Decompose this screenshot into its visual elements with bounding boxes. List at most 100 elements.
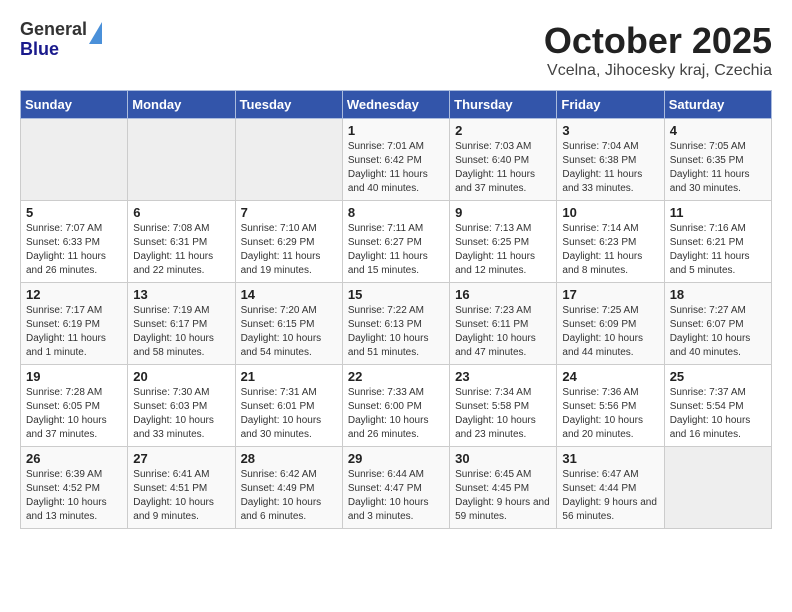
day-info: Sunrise: 7:25 AMSunset: 6:09 PMDaylight:… [562, 304, 658, 360]
day-info: Sunrise: 7:11 AMSunset: 6:27 PMDaylight:… [348, 222, 444, 278]
calendar-cell: 18Sunrise: 7:27 AMSunset: 6:07 PMDayligh… [664, 283, 771, 365]
calendar-cell: 2Sunrise: 7:03 AMSunset: 6:40 PMDaylight… [450, 119, 557, 201]
day-info: Sunrise: 7:20 AMSunset: 6:15 PMDaylight:… [241, 304, 337, 360]
day-info: Sunrise: 6:44 AMSunset: 4:47 PMDaylight:… [348, 468, 444, 524]
day-number: 24 [562, 369, 658, 384]
day-info: Sunrise: 6:42 AMSunset: 4:49 PMDaylight:… [241, 468, 337, 524]
header-cell-monday: Monday [128, 91, 235, 119]
calendar-cell [21, 119, 128, 201]
day-number: 29 [348, 451, 444, 466]
day-number: 10 [562, 205, 658, 220]
day-number: 3 [562, 123, 658, 138]
day-info: Sunrise: 7:17 AMSunset: 6:19 PMDaylight:… [26, 304, 122, 360]
day-info: Sunrise: 7:22 AMSunset: 6:13 PMDaylight:… [348, 304, 444, 360]
calendar-cell: 9 Sunrise: 7:13 AMSunset: 6:25 PMDaylight… [450, 201, 557, 283]
day-info: Sunrise: 7:16 AMSunset: 6:21 PMDaylight:… [670, 222, 766, 278]
logo-text: General Blue [20, 20, 87, 60]
day-info: Sunrise: 6:45 AMSunset: 4:45 PMDaylight:… [455, 468, 551, 524]
calendar-cell: 6 Sunrise: 7:08 AMSunset: 6:31 PMDaylight… [128, 201, 235, 283]
day-info: Sunrise: 6:39 AMSunset: 4:52 PMDaylight:… [26, 468, 122, 524]
header-cell-thursday: Thursday [450, 91, 557, 119]
day-number: 6 [133, 205, 229, 220]
day-info: Sunrise: 7:28 AMSunset: 6:05 PMDaylight:… [26, 386, 122, 442]
calendar-cell: 30 Sunrise: 6:45 AMSunset: 4:45 PMDayligh… [450, 447, 557, 529]
day-number: 14 [241, 287, 337, 302]
day-info: Sunrise: 7:08 AMSunset: 6:31 PMDaylight:… [133, 222, 229, 278]
day-number: 27 [133, 451, 229, 466]
week-row-5: 26 Sunrise: 6:39 AMSunset: 4:52 PMDayligh… [21, 447, 772, 529]
calendar-cell: 8 Sunrise: 7:11 AMSunset: 6:27 PMDaylight… [342, 201, 449, 283]
calendar-cell: 24 Sunrise: 7:36 AMSunset: 5:56 PMDayligh… [557, 365, 664, 447]
calendar-cell: 26 Sunrise: 6:39 AMSunset: 4:52 PMDayligh… [21, 447, 128, 529]
calendar-cell [664, 447, 771, 529]
calendar-cell: 22Sunrise: 7:33 AMSunset: 6:00 PMDayligh… [342, 365, 449, 447]
day-number: 16 [455, 287, 551, 302]
calendar-cell: 10Sunrise: 7:14 AMSunset: 6:23 PMDayligh… [557, 201, 664, 283]
calendar-header: SundayMondayTuesdayWednesdayThursdayFrid… [21, 91, 772, 119]
day-number: 8 [348, 205, 444, 220]
week-row-1: 1Sunrise: 7:01 AMSunset: 6:42 PMDaylight… [21, 119, 772, 201]
day-number: 9 [455, 205, 551, 220]
day-number: 26 [26, 451, 122, 466]
header-cell-wednesday: Wednesday [342, 91, 449, 119]
location: Vcelna, Jihocesky kraj, Czechia [544, 62, 772, 80]
day-number: 31 [562, 451, 658, 466]
calendar-cell: 4 Sunrise: 7:05 AMSunset: 6:35 PMDaylight… [664, 119, 771, 201]
page-header: General Blue October 2025 Vcelna, Jihoce… [20, 20, 772, 80]
calendar-cell: 14 Sunrise: 7:20 AMSunset: 6:15 PMDayligh… [235, 283, 342, 365]
day-info: Sunrise: 7:30 AMSunset: 6:03 PMDaylight:… [133, 386, 229, 442]
day-info: Sunrise: 7:31 AMSunset: 6:01 PMDaylight:… [241, 386, 337, 442]
day-info: Sunrise: 6:41 AMSunset: 4:51 PMDaylight:… [133, 468, 229, 524]
calendar-cell: 7 Sunrise: 7:10 AMSunset: 6:29 PMDaylight… [235, 201, 342, 283]
day-info: Sunrise: 7:10 AMSunset: 6:29 PMDaylight:… [241, 222, 337, 278]
day-number: 28 [241, 451, 337, 466]
calendar-cell: 21Sunrise: 7:31 AMSunset: 6:01 PMDayligh… [235, 365, 342, 447]
calendar-cell: 11Sunrise: 7:16 AMSunset: 6:21 PMDayligh… [664, 201, 771, 283]
logo-line1: General [20, 20, 87, 40]
calendar-cell: 31 Sunrise: 6:47 AMSunset: 4:44 PMDayligh… [557, 447, 664, 529]
header-row: SundayMondayTuesdayWednesdayThursdayFrid… [21, 91, 772, 119]
calendar-cell: 1Sunrise: 7:01 AMSunset: 6:42 PMDaylight… [342, 119, 449, 201]
day-info: Sunrise: 7:03 AMSunset: 6:40 PMDaylight:… [455, 140, 551, 196]
calendar-body: 1Sunrise: 7:01 AMSunset: 6:42 PMDaylight… [21, 119, 772, 529]
logo-arrow-icon [89, 22, 102, 44]
calendar-cell [235, 119, 342, 201]
week-row-2: 5Sunrise: 7:07 AMSunset: 6:33 PMDaylight… [21, 201, 772, 283]
day-number: 17 [562, 287, 658, 302]
day-info: Sunrise: 7:37 AMSunset: 5:54 PMDaylight:… [670, 386, 766, 442]
month-title: October 2025 [544, 20, 772, 62]
day-number: 13 [133, 287, 229, 302]
calendar-cell: 12 Sunrise: 7:17 AMSunset: 6:19 PMDayligh… [21, 283, 128, 365]
day-number: 19 [26, 369, 122, 384]
day-number: 20 [133, 369, 229, 384]
day-number: 23 [455, 369, 551, 384]
title-block: October 2025 Vcelna, Jihocesky kraj, Cze… [544, 20, 772, 80]
header-cell-saturday: Saturday [664, 91, 771, 119]
day-number: 7 [241, 205, 337, 220]
calendar-cell: 13Sunrise: 7:19 AMSunset: 6:17 PMDayligh… [128, 283, 235, 365]
day-number: 30 [455, 451, 551, 466]
calendar-cell: 3 Sunrise: 7:04 AMSunset: 6:38 PMDaylight… [557, 119, 664, 201]
day-info: Sunrise: 7:23 AMSunset: 6:11 PMDaylight:… [455, 304, 551, 360]
day-info: Sunrise: 7:05 AMSunset: 6:35 PMDaylight:… [670, 140, 766, 196]
day-number: 4 [670, 123, 766, 138]
calendar-cell: 28 Sunrise: 6:42 AMSunset: 4:49 PMDayligh… [235, 447, 342, 529]
calendar-cell: 29 Sunrise: 6:44 AMSunset: 4:47 PMDayligh… [342, 447, 449, 529]
day-number: 15 [348, 287, 444, 302]
calendar-table: SundayMondayTuesdayWednesdayThursdayFrid… [20, 90, 772, 529]
day-info: Sunrise: 6:47 AMSunset: 4:44 PMDaylight:… [562, 468, 658, 524]
calendar-cell: 23Sunrise: 7:34 AMSunset: 5:58 PMDayligh… [450, 365, 557, 447]
day-number: 5 [26, 205, 122, 220]
day-number: 12 [26, 287, 122, 302]
day-info: Sunrise: 7:04 AMSunset: 6:38 PMDaylight:… [562, 140, 658, 196]
day-info: Sunrise: 7:36 AMSunset: 5:56 PMDaylight:… [562, 386, 658, 442]
logo-line2: Blue [20, 40, 87, 60]
day-number: 22 [348, 369, 444, 384]
week-row-3: 12 Sunrise: 7:17 AMSunset: 6:19 PMDayligh… [21, 283, 772, 365]
day-number: 18 [670, 287, 766, 302]
day-info: Sunrise: 7:01 AMSunset: 6:42 PMDaylight:… [348, 140, 444, 196]
logo: General Blue [20, 20, 102, 60]
calendar-cell: 19 Sunrise: 7:28 AMSunset: 6:05 PMDayligh… [21, 365, 128, 447]
day-info: Sunrise: 7:13 AMSunset: 6:25 PMDaylight:… [455, 222, 551, 278]
header-cell-tuesday: Tuesday [235, 91, 342, 119]
